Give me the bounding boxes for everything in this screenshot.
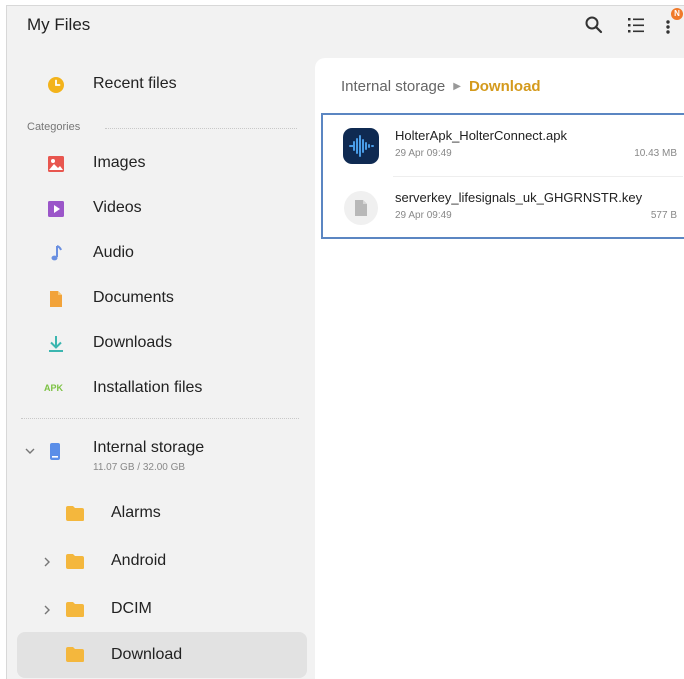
breadcrumb: Internal storage ▶ Download	[341, 78, 541, 95]
folder-label: DCIM	[111, 600, 152, 617]
sidebar-item-videos[interactable]: Videos	[7, 188, 307, 228]
app-title: My Files	[27, 15, 91, 34]
folder-icon	[66, 602, 84, 617]
folder-label: Download	[111, 646, 183, 663]
download-icon	[49, 336, 63, 352]
phone-icon	[50, 443, 60, 460]
sidebar-item-label: Images	[93, 154, 146, 171]
video-icon	[48, 201, 64, 217]
sidebar: Recent files Categories Images Videos Au…	[7, 52, 315, 679]
sidebar-item-label: Videos	[93, 199, 142, 216]
sidebar-divider	[21, 418, 299, 419]
file-date: 29 Apr 09:49	[395, 210, 452, 221]
music-note-icon	[51, 245, 62, 261]
folder-label: Android	[111, 552, 167, 569]
categories-header: Categories	[27, 121, 81, 133]
file-name: HolterApk_HolterConnect.apk	[395, 128, 567, 143]
storage-label: Internal storage	[93, 439, 205, 456]
file-name: serverkey_lifesignals_uk_GHGRNSTR.key	[395, 190, 643, 205]
chevron-down-icon[interactable]	[23, 444, 37, 458]
folder-icon	[66, 506, 84, 521]
file-icon	[344, 191, 378, 225]
file-size: 577 B	[650, 210, 677, 221]
file-selection-box: HolterApk_HolterConnect.apk 29 Apr 09:49…	[321, 113, 684, 239]
chevron-right-icon[interactable]	[41, 603, 53, 617]
sidebar-item-label: Recent files	[93, 75, 177, 92]
clock-icon	[48, 77, 64, 93]
folder-alarms[interactable]: Alarms	[7, 494, 307, 534]
breadcrumb-separator-icon: ▶	[453, 81, 461, 92]
file-size: 10.43 MB	[634, 148, 677, 159]
folder-label: Alarms	[111, 504, 161, 521]
file-list-panel: Internal storage ▶ Download HolterApk_Holt…	[315, 58, 684, 679]
file-row-holterapk[interactable]: HolterApk_HolterConnect.apk 29 Apr 09:49…	[323, 115, 684, 175]
sidebar-item-label: Audio	[93, 244, 134, 261]
folder-dcim[interactable]: DCIM	[7, 590, 307, 630]
file-row-serverkey[interactable]: serverkey_lifesignals_uk_GHGRNSTR.key 29…	[323, 177, 684, 237]
sidebar-item-audio[interactable]: Audio	[7, 233, 307, 273]
breadcrumb-download: Download	[468, 78, 541, 95]
apk-icon: APK	[44, 383, 64, 393]
app-bar: My Files N	[7, 6, 684, 52]
folder-android[interactable]: Android	[7, 542, 307, 582]
image-icon	[48, 156, 64, 172]
notification-badge: N	[671, 8, 683, 20]
search-icon[interactable]	[583, 14, 605, 36]
sidebar-item-downloads[interactable]: Downloads	[7, 323, 307, 363]
apk-waveform-icon	[343, 128, 379, 164]
storage-usage: 11.07 GB / 32.00 GB	[93, 462, 186, 473]
categories-divider	[105, 128, 297, 129]
sidebar-item-installation-files[interactable]: APK Installation files	[7, 368, 307, 408]
sidebar-item-documents[interactable]: Documents	[7, 278, 307, 318]
chevron-right-icon[interactable]	[41, 555, 53, 569]
document-icon	[50, 291, 62, 307]
app-window: My Files N Recent files Categories Image…	[6, 5, 684, 679]
breadcrumb-internal-storage[interactable]: Internal storage	[341, 78, 445, 95]
folder-icon	[66, 647, 84, 662]
sidebar-item-internal-storage[interactable]: Internal storage 11.07 GB / 32.00 GB	[7, 430, 307, 480]
file-date: 29 Apr 09:49	[395, 148, 452, 159]
sidebar-item-images[interactable]: Images	[7, 143, 307, 183]
sidebar-item-recent-files[interactable]: Recent files	[7, 64, 307, 104]
list-view-icon[interactable]	[625, 14, 647, 36]
sidebar-item-label: Documents	[93, 289, 174, 306]
sidebar-item-label: Installation files	[93, 379, 203, 396]
folder-icon	[66, 554, 84, 569]
folder-download[interactable]: Download	[17, 632, 307, 678]
sidebar-item-label: Downloads	[93, 334, 173, 351]
